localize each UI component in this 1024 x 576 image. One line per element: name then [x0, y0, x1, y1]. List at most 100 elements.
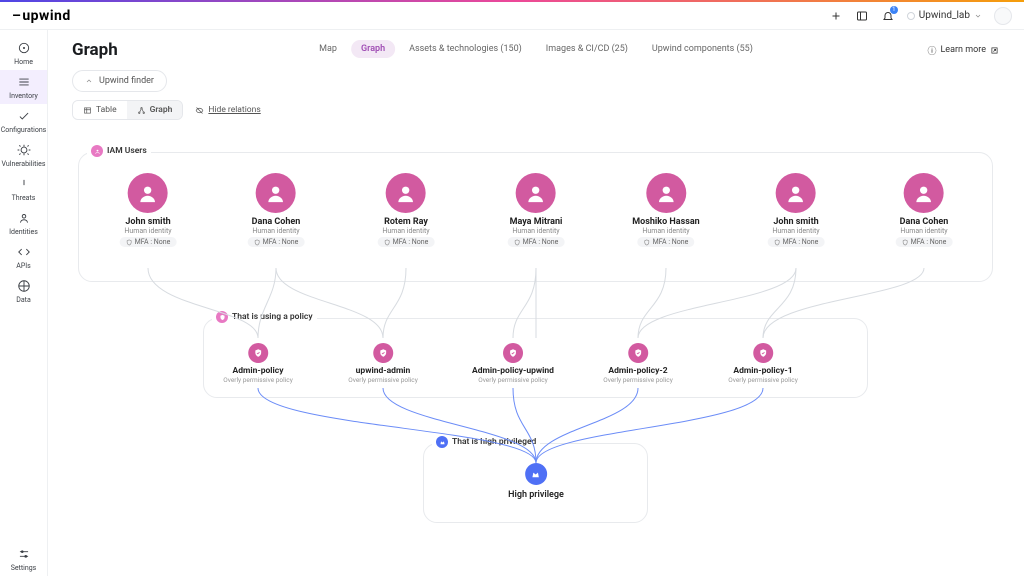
chevron-up-icon — [85, 77, 93, 85]
tab-components[interactable]: Upwind components (55) — [642, 40, 763, 58]
header: upwind 1 Upwind_lab — [0, 2, 1024, 30]
shield-icon — [753, 343, 773, 363]
mfa-chip: MFA : None — [638, 237, 695, 247]
person-icon — [646, 173, 686, 213]
policy-name: upwind-admin — [356, 366, 411, 376]
mfa-chip: MFA : None — [896, 237, 953, 247]
workspace-selector[interactable]: Upwind_lab — [907, 10, 982, 21]
bug-icon — [16, 142, 32, 158]
learn-more-button[interactable]: Learn more — [926, 43, 1000, 58]
upwind-finder-button[interactable]: Upwind finder — [72, 70, 167, 92]
check-icon — [16, 108, 32, 124]
view-graph-button[interactable]: Graph — [127, 101, 183, 119]
user-node[interactable]: Dana CohenHuman identity MFA : None — [248, 173, 305, 247]
policy-node[interactable]: Admin-policyOverly permissive policy — [223, 343, 293, 384]
sidebar: Home Inventory Configurations Vulnerabil… — [0, 30, 48, 576]
privilege-title: High privilege — [508, 490, 564, 500]
policy-node[interactable]: Admin-policy-1Overly permissive policy — [728, 343, 798, 384]
tab-map[interactable]: Map — [309, 40, 347, 58]
user-name: Dana Cohen — [900, 217, 949, 227]
view-table-button[interactable]: Table — [73, 101, 127, 119]
user-name: Dana Cohen — [252, 217, 301, 227]
policy-name: Admin-policy — [232, 366, 283, 376]
mfa-chip: MFA : None — [768, 237, 825, 247]
shield-icon — [248, 343, 268, 363]
sidebar-item-inventory[interactable]: Inventory — [0, 70, 47, 104]
api-icon — [16, 244, 32, 260]
eye-off-icon — [195, 106, 204, 115]
user-sub: Human identity — [642, 227, 689, 235]
plus-icon[interactable] — [829, 9, 843, 23]
tab-graph[interactable]: Graph — [351, 40, 395, 58]
user-node[interactable]: Maya MitraniHuman identityMFA : None — [508, 173, 565, 247]
policy-name: Admin-policy-1 — [733, 366, 792, 376]
user-sub: Human identity — [900, 227, 947, 235]
sidebar-item-data[interactable]: Data — [0, 274, 47, 308]
sidebar-item-label: Settings — [11, 564, 37, 572]
identity-icon — [16, 210, 32, 226]
bell-icon[interactable]: 1 — [881, 9, 895, 23]
sidebar-item-label: APIs — [16, 262, 31, 270]
workspace-dot-icon — [907, 12, 915, 20]
user-node[interactable]: John smithHuman identityMFA : None — [120, 173, 177, 247]
main: Graph Learn more Map Graph Assets & tech… — [48, 30, 1024, 576]
policy-node[interactable]: upwind-adminOverly permissive policy — [348, 343, 418, 384]
policy-name: Admin-policy-2 — [608, 366, 667, 376]
sidebar-item-label: Vulnerabilities — [2, 160, 46, 168]
policy-sub: Overly permissive policy — [728, 376, 798, 384]
sidebar-item-label: Home — [14, 58, 33, 66]
person-icon — [904, 173, 944, 213]
panel-icon[interactable] — [855, 9, 869, 23]
user-sub: Human identity — [772, 227, 819, 235]
shield-icon — [503, 343, 523, 363]
sidebar-item-label: Threats — [12, 194, 36, 202]
tab-assets[interactable]: Assets & technologies (150) — [399, 40, 532, 58]
sidebar-item-apis[interactable]: APIs — [0, 240, 47, 274]
sidebar-item-label: Data — [16, 296, 31, 304]
sidebar-item-identities[interactable]: Identities — [0, 206, 47, 240]
mfa-chip: MFA : None — [248, 237, 305, 247]
privilege-node[interactable]: High privilege — [508, 463, 564, 500]
avatar[interactable] — [994, 7, 1012, 25]
inventory-icon — [16, 74, 32, 90]
user-sub: Human identity — [382, 227, 429, 235]
sidebar-item-threats[interactable]: Threats — [0, 172, 47, 206]
data-icon — [16, 278, 32, 294]
sidebar-item-home[interactable]: Home — [0, 36, 47, 70]
sidebar-item-settings[interactable]: Settings — [0, 542, 47, 576]
policy-node[interactable]: Admin-policy-2Overly permissive policy — [603, 343, 673, 384]
notification-badge: 1 — [890, 6, 898, 14]
user-name: Moshiko Hassan — [632, 217, 699, 227]
graph-icon — [137, 106, 146, 115]
crown-icon — [525, 463, 547, 485]
sidebar-item-vulnerabilities[interactable]: Vulnerabilities — [0, 138, 47, 172]
workspace-name: Upwind_lab — [919, 10, 970, 21]
person-icon — [128, 173, 168, 213]
settings-icon — [16, 546, 32, 562]
sidebar-item-configurations[interactable]: Configurations — [0, 104, 47, 138]
home-icon — [16, 40, 32, 56]
user-sub: Human identity — [252, 227, 299, 235]
graph-canvas[interactable]: IAM Users That is using a policy That is… — [48, 128, 1024, 548]
policy-node[interactable]: Admin-policy-upwindOverly permissive pol… — [472, 343, 554, 384]
alert-icon — [16, 176, 32, 192]
view-segmented: Table Graph — [72, 100, 183, 120]
tab-images[interactable]: Images & CI/CD (25) — [536, 40, 638, 58]
user-node[interactable]: Moshiko HassanHuman identity MFA : None — [632, 173, 699, 247]
header-right: 1 Upwind_lab — [829, 7, 1012, 25]
user-node[interactable]: John smithHuman identityMFA : None — [768, 173, 825, 247]
person-icon — [516, 173, 556, 213]
person-icon — [256, 173, 296, 213]
hide-relations-button[interactable]: Hide relations — [195, 105, 260, 115]
user-name: Rotem Ray — [384, 217, 428, 227]
logo: upwind — [12, 8, 71, 24]
sidebar-item-label: Identities — [9, 228, 38, 236]
page-title: Graph — [72, 40, 118, 60]
user-sub: Human identity — [512, 227, 559, 235]
person-icon — [776, 173, 816, 213]
policy-sub: Overly permissive policy — [603, 376, 673, 384]
user-name: John smith — [125, 217, 170, 227]
user-node[interactable]: Rotem RayHuman identityMFA : None — [378, 173, 435, 247]
user-node[interactable]: Dana CohenHuman identity MFA : None — [896, 173, 953, 247]
user-name: Maya Mitrani — [510, 217, 563, 227]
